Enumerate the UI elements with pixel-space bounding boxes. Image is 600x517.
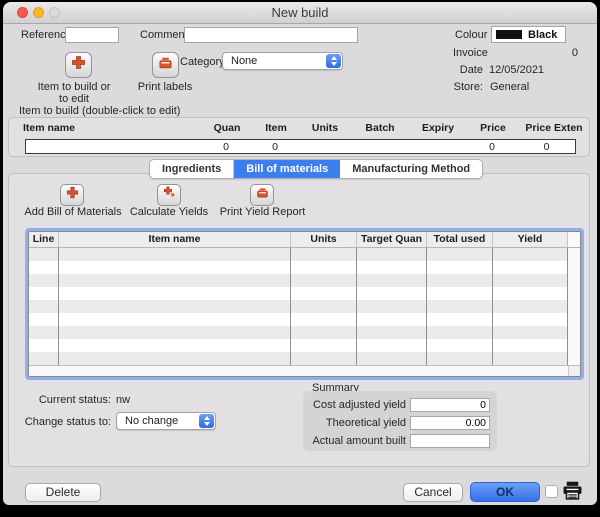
bom-table[interactable]: Line Item name Units Target Quan Total u… xyxy=(28,231,581,377)
bom-table-row[interactable] xyxy=(29,274,580,287)
bom-table-row[interactable] xyxy=(29,339,580,352)
bom-table-row[interactable] xyxy=(29,313,580,326)
bom-table-row[interactable] xyxy=(29,352,580,365)
label-tray-icon xyxy=(158,55,173,75)
comment-label: Comment xyxy=(140,29,188,41)
summary-box: Cost adjusted yield Theoretical yield Ac… xyxy=(303,391,497,451)
ok-button[interactable]: OK xyxy=(470,482,540,502)
popup-stepper-icon xyxy=(199,414,214,428)
category-label: Category xyxy=(180,56,225,68)
bom-table-header: Line Item name Units Target Quan Total u… xyxy=(29,232,580,248)
theoretical-yield-input[interactable] xyxy=(410,416,490,430)
item-table-row[interactable]: 0 0 0 0 xyxy=(25,139,576,154)
colour-swatch xyxy=(496,30,522,39)
add-bom-label: Add Bill of Materials xyxy=(18,207,128,219)
print-labels-button[interactable] xyxy=(152,52,179,78)
tab-ingredients[interactable]: Ingredients xyxy=(150,160,234,178)
actual-amount-built-label: Actual amount built xyxy=(303,435,410,447)
plus-icon xyxy=(71,55,86,75)
category-value: None xyxy=(231,55,257,67)
zoom-window-icon xyxy=(49,7,60,18)
new-build-window: New build Reference Comment Colour Black… xyxy=(3,2,597,505)
change-status-select[interactable]: No change xyxy=(116,412,216,430)
reference-input[interactable] xyxy=(65,27,119,43)
invoice-label: Invoice xyxy=(453,47,488,59)
horizontal-scrollbar[interactable] xyxy=(29,365,580,377)
date-label: Date xyxy=(433,64,483,76)
item-to-build-label: Item to build or to edit xyxy=(24,82,124,105)
change-status-value: No change xyxy=(125,415,178,427)
item-to-build-section-label: Item to build (double-click to edit) xyxy=(19,105,180,117)
bom-table-body xyxy=(29,248,580,365)
item-to-build-button[interactable] xyxy=(65,52,92,78)
current-status-value: nw xyxy=(116,394,130,406)
popup-stepper-icon xyxy=(326,54,341,68)
print-labels-label: Print labels xyxy=(125,82,205,94)
cost-adjusted-yield-label: Cost adjusted yield xyxy=(303,399,410,411)
current-status-label: Current status: xyxy=(24,394,111,406)
close-window-icon[interactable] xyxy=(17,7,28,18)
item-table-header: Item name Quan Item Units Batch Expiry P… xyxy=(9,122,589,134)
calculator-arrow-icon xyxy=(163,186,176,204)
label-tray-icon xyxy=(256,186,269,204)
title-bar: New build xyxy=(3,2,597,24)
print-yield-report-button[interactable] xyxy=(250,184,274,206)
plus-icon xyxy=(66,186,79,204)
tab-bill-of-materials[interactable]: Bill of materials xyxy=(234,160,340,178)
bom-table-row[interactable] xyxy=(29,261,580,274)
tab-bar: Ingredients Bill of materials Manufactur… xyxy=(149,159,483,179)
bom-table-row[interactable] xyxy=(29,248,580,261)
date-value: 12/05/2021 xyxy=(489,64,544,76)
print-yield-report-label: Print Yield Report xyxy=(205,207,320,219)
printer-icon[interactable] xyxy=(561,480,584,503)
item-to-build-box: Item name Quan Item Units Batch Expiry P… xyxy=(8,117,590,157)
print-checkbox[interactable] xyxy=(545,485,558,498)
actual-amount-built-input[interactable] xyxy=(410,434,490,448)
comment-input[interactable] xyxy=(184,27,358,43)
add-bom-button[interactable] xyxy=(60,184,84,206)
store-value: General xyxy=(490,81,529,93)
bom-table-row[interactable] xyxy=(29,287,580,300)
change-status-label: Change status to: xyxy=(19,416,111,428)
theoretical-yield-label: Theoretical yield xyxy=(303,417,410,429)
bill-of-materials-panel: Add Bill of Materials Calculate Yields P… xyxy=(8,173,590,467)
category-select[interactable]: None xyxy=(222,52,343,70)
colour-value: Black xyxy=(528,29,557,41)
bom-table-row[interactable] xyxy=(29,326,580,339)
invoice-value: 0 xyxy=(572,47,578,59)
cancel-button[interactable]: Cancel xyxy=(403,483,463,502)
delete-button[interactable]: Delete xyxy=(25,483,101,502)
minimize-window-icon[interactable] xyxy=(33,7,44,18)
bom-table-row[interactable] xyxy=(29,300,580,313)
store-label: Store: xyxy=(433,81,483,93)
colour-picker[interactable]: Black xyxy=(491,26,566,43)
window-title: New build xyxy=(3,2,597,23)
tab-manufacturing-method[interactable]: Manufacturing Method xyxy=(340,160,482,178)
calculate-yields-button[interactable] xyxy=(157,184,181,206)
colour-label: Colour xyxy=(455,29,487,41)
cost-adjusted-yield-input[interactable] xyxy=(410,398,490,412)
